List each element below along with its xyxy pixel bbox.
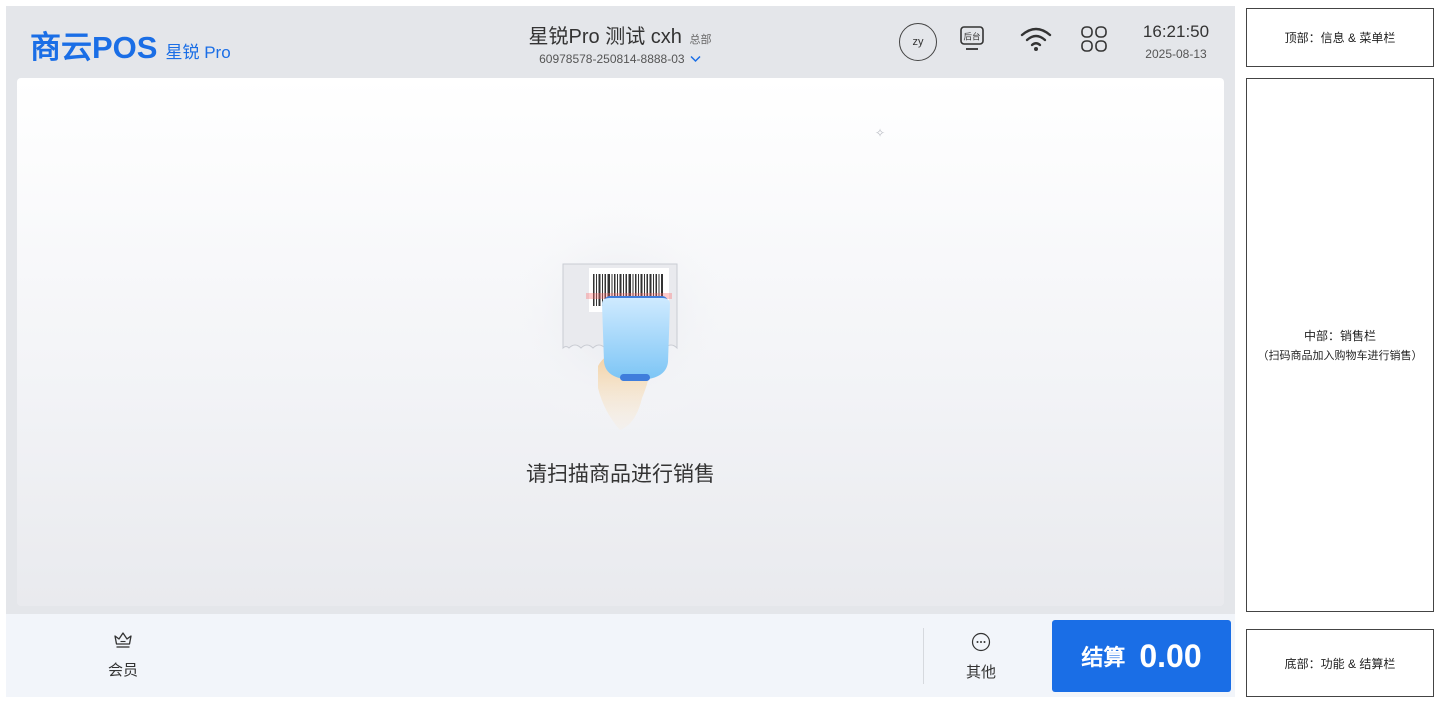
divider xyxy=(923,628,924,684)
device-code-line[interactable]: 60978578-250814-8888-03 xyxy=(420,52,820,66)
store-tag: 总部 xyxy=(689,34,712,46)
more-icon xyxy=(971,632,991,656)
sparkle-icon: ✧ xyxy=(875,126,886,140)
member-button[interactable]: 会员 xyxy=(98,630,148,680)
wifi-icon[interactable] xyxy=(1019,26,1053,52)
clock-time: 16:21:50 xyxy=(1142,22,1210,41)
store-info[interactable]: 星锐Pro 测试 cxh 总部 60978578-250814-8888-03 xyxy=(420,20,820,66)
store-name-line: 星锐Pro 测试 cxh 总部 xyxy=(420,20,820,49)
annotation-bottom-text: 底部：功能 & 结算栏 xyxy=(1284,656,1396,671)
sales-panel: ✧ 请扫描商品进行销售 xyxy=(17,78,1224,606)
checkout-label: 结算 xyxy=(1081,645,1126,670)
other-label: 其他 xyxy=(965,664,996,681)
crown-icon xyxy=(113,632,133,654)
chevron-down-icon[interactable] xyxy=(690,55,701,66)
annotation-middle-text: 中部：销售栏 xyxy=(1303,329,1376,343)
device-code: 60978578-250814-8888-03 xyxy=(539,52,685,66)
annotation-bottom: 底部：功能 & 结算栏 xyxy=(1246,629,1434,697)
logo: 商云POS 星锐 Pro xyxy=(30,22,231,67)
member-label: 会员 xyxy=(107,662,138,679)
svg-text:后台: 后台 xyxy=(963,32,980,43)
user-initials: zy xyxy=(912,36,924,48)
logo-text: 商云POS xyxy=(30,30,158,65)
top-bar: 商云POS 星锐 Pro 星锐Pro 测试 cxh 总部 60978578-25… xyxy=(6,6,1235,78)
apps-grid-icon[interactable] xyxy=(1080,25,1108,53)
scan-prompt: 请扫描商品进行销售 xyxy=(526,463,715,486)
annotation-middle: 中部：销售栏 （扫码商品加入购物车进行销售） xyxy=(1246,78,1434,612)
checkout-button[interactable]: 结算 0.00 xyxy=(1052,620,1231,692)
checkout-amount: 0.00 xyxy=(1139,637,1202,674)
backend-monitor-icon[interactable]: 后台 xyxy=(960,26,984,52)
pos-app: 商云POS 星锐 Pro 星锐Pro 测试 cxh 总部 60978578-25… xyxy=(6,6,1235,697)
clock-date: 2025-08-13 xyxy=(1145,47,1207,61)
store-name: 星锐Pro 测试 cxh xyxy=(528,26,682,48)
other-button[interactable]: 其他 xyxy=(956,632,1006,682)
annotation-top: 顶部：信息 & 菜单栏 xyxy=(1246,8,1434,67)
barcode-scanner-illustration xyxy=(500,198,740,438)
annotation-middle-subtext: （扫码商品加入购物车进行销售） xyxy=(1257,350,1423,362)
clock: 16:21:50 2025-08-13 xyxy=(1136,22,1216,61)
product-name: 星锐 Pro xyxy=(165,43,231,62)
user-avatar-icon[interactable]: zy xyxy=(899,23,937,61)
annotation-top-text: 顶部：信息 & 菜单栏 xyxy=(1284,31,1396,45)
bottom-bar: 会员 其他 结算 0.00 xyxy=(6,614,1235,697)
